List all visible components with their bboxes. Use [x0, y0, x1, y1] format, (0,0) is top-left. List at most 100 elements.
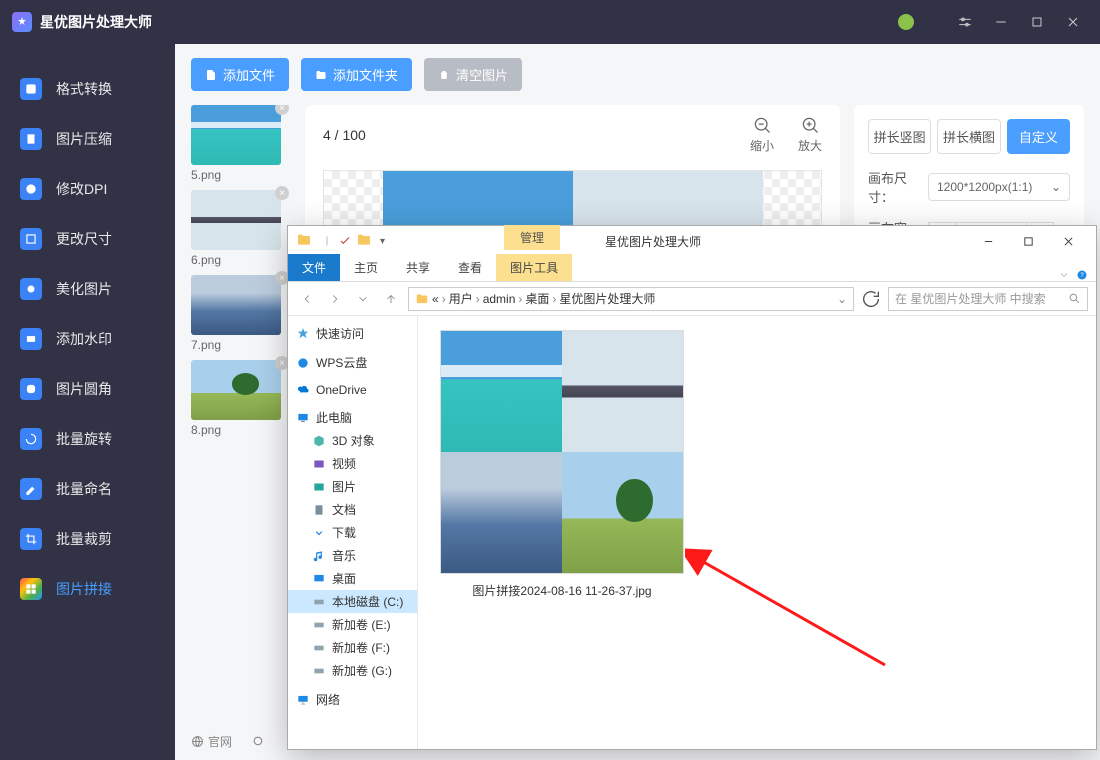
menu-home[interactable]: 主页: [340, 254, 392, 281]
explorer-titlebar[interactable]: ▾ 管理 星优图片处理大师: [288, 226, 1096, 256]
user-avatar[interactable]: [898, 14, 914, 30]
tree-docs[interactable]: 文档: [288, 498, 417, 521]
nav-up[interactable]: [380, 288, 402, 310]
tree-drive-f[interactable]: 新加卷 (F:): [288, 636, 417, 659]
thumbnail-item[interactable]: ×7.png: [191, 275, 291, 352]
toolbar: 添加文件 添加文件夹 清空图片: [175, 44, 1100, 105]
sidebar-item-stitch[interactable]: 图片拼接: [0, 564, 175, 614]
sidebar-label: 图片压缩: [56, 129, 112, 149]
sidebar-item-dpi[interactable]: 修改DPI: [0, 164, 175, 214]
nav-forward[interactable]: [324, 288, 346, 310]
tree-network[interactable]: 网络: [288, 688, 417, 711]
qat-overflow-icon[interactable]: ▾: [380, 236, 385, 247]
menu-view[interactable]: 查看: [444, 254, 496, 281]
sidebar-item-rename[interactable]: 批量命名: [0, 464, 175, 514]
tree-quickaccess[interactable]: 快速访问: [288, 322, 417, 345]
sidebar: 格式转换 图片压缩 修改DPI 更改尺寸 美化图片 添加水印 图片圆角 批量旋转…: [0, 44, 175, 760]
tab-custom[interactable]: 自定义: [1007, 119, 1070, 154]
qat-check-icon[interactable]: [338, 234, 352, 248]
minimize-button[interactable]: [986, 7, 1016, 37]
tree-drive-c[interactable]: 本地磁盘 (C:): [288, 590, 417, 613]
remove-thumb-icon[interactable]: ×: [275, 105, 289, 115]
tree-drive-g[interactable]: 新加卷 (G:): [288, 659, 417, 682]
zoom-out-button[interactable]: 缩小: [750, 115, 774, 154]
tree-3d[interactable]: 3D 对象: [288, 429, 417, 452]
tree-thispc[interactable]: 此电脑: [288, 406, 417, 429]
tab-horizontal[interactable]: 拼长横图: [937, 119, 1000, 154]
tree-wps[interactable]: WPS云盘: [288, 351, 417, 374]
sidebar-item-resize[interactable]: 更改尺寸: [0, 214, 175, 264]
explorer-title: 星优图片处理大师: [605, 233, 701, 250]
sidebar-item-beautify[interactable]: 美化图片: [0, 264, 175, 314]
sidebar-label: 美化图片: [56, 279, 112, 299]
file-thumbnail: [440, 330, 684, 574]
sidebar-item-watermark[interactable]: 添加水印: [0, 314, 175, 364]
thumbnail-item[interactable]: ×6.png: [191, 190, 291, 267]
sidebar-label: 批量命名: [56, 479, 112, 499]
tree-desktop[interactable]: 桌面: [288, 567, 417, 590]
explorer-maximize[interactable]: [1008, 227, 1048, 255]
maximize-button[interactable]: [1022, 7, 1052, 37]
tree-drive-e[interactable]: 新加卷 (E:): [288, 613, 417, 636]
explorer-minimize[interactable]: [968, 227, 1008, 255]
explorer-files[interactable]: 图片拼接2024-08-16 11-26-37.jpg: [418, 316, 1096, 749]
search-input[interactable]: 在 星优图片处理大师 中搜索: [888, 287, 1088, 311]
sidebar-item-format[interactable]: 格式转换: [0, 64, 175, 114]
footer-icon[interactable]: [252, 733, 265, 750]
nav-back[interactable]: [296, 288, 318, 310]
chevron-down-icon: ⌄: [1051, 180, 1061, 194]
search-icon: [1068, 292, 1081, 305]
menu-share[interactable]: 共享: [392, 254, 444, 281]
sidebar-item-rotate[interactable]: 批量旋转: [0, 414, 175, 464]
titlebar: 星优图片处理大师: [0, 0, 1100, 44]
tree-music[interactable]: 音乐: [288, 544, 417, 567]
nav-history[interactable]: [352, 288, 374, 310]
sidebar-label: 格式转换: [56, 79, 112, 99]
tab-vertical[interactable]: 拼长竖图: [868, 119, 931, 154]
canvas-size-select[interactable]: 1200*1200px(1:1)⌄: [928, 173, 1070, 201]
explorer-window: ▾ 管理 星优图片处理大师 文件 主页 共享 查看 图片工具 ? «› 用户› …: [287, 225, 1097, 750]
file-item[interactable]: 图片拼接2024-08-16 11-26-37.jpg: [432, 330, 692, 599]
clear-button[interactable]: 清空图片: [424, 58, 522, 91]
menu-picture-tools[interactable]: 图片工具: [496, 254, 572, 281]
sidebar-label: 图片拼接: [56, 579, 112, 599]
close-button[interactable]: [1058, 7, 1088, 37]
app-logo: [12, 12, 32, 32]
sidebar-label: 批量旋转: [56, 429, 112, 449]
folder-icon: [296, 232, 314, 250]
thumbnail-item[interactable]: ×5.png: [191, 105, 291, 182]
sidebar-label: 批量裁剪: [56, 529, 112, 549]
image-count: 4 / 100: [323, 127, 366, 143]
refresh-button[interactable]: [860, 288, 882, 310]
sidebar-label: 添加水印: [56, 329, 112, 349]
help-icon[interactable]: ?: [1076, 269, 1088, 281]
app-title: 星优图片处理大师: [40, 12, 152, 32]
sidebar-item-radius[interactable]: 图片圆角: [0, 364, 175, 414]
address-input[interactable]: «› 用户› admin› 桌面› 星优图片处理大师 ⌄: [408, 287, 854, 311]
settings-icon[interactable]: [950, 7, 980, 37]
chevron-down-icon[interactable]: [1058, 269, 1070, 281]
official-site-link[interactable]: 官网: [191, 733, 232, 750]
sidebar-label: 修改DPI: [56, 179, 107, 199]
thumbnail-item[interactable]: ×8.png: [191, 360, 291, 437]
add-file-button[interactable]: 添加文件: [191, 58, 289, 91]
menu-file[interactable]: 文件: [288, 254, 340, 281]
tree-downloads[interactable]: 下载: [288, 521, 417, 544]
tree-videos[interactable]: 视频: [288, 452, 417, 475]
tree-onedrive[interactable]: OneDrive: [288, 380, 417, 400]
explorer-menubar: 文件 主页 共享 查看 图片工具 ?: [288, 256, 1096, 282]
zoom-in-button[interactable]: 放大: [798, 115, 822, 154]
remove-thumb-icon[interactable]: ×: [275, 186, 289, 200]
explorer-close[interactable]: [1048, 227, 1088, 255]
sidebar-item-crop[interactable]: 批量裁剪: [0, 514, 175, 564]
add-folder-button[interactable]: 添加文件夹: [301, 58, 412, 91]
sidebar-label: 图片圆角: [56, 379, 112, 399]
chevron-down-icon[interactable]: ⌄: [837, 292, 847, 306]
folder-icon: [415, 292, 429, 306]
qat-divider-icon: [320, 234, 334, 248]
sidebar-item-compress[interactable]: 图片压缩: [0, 114, 175, 164]
tree-images[interactable]: 图片: [288, 475, 417, 498]
thumbnail-list: ×5.png ×6.png ×7.png ×8.png: [191, 105, 291, 707]
ribbon-context-tab: 管理: [504, 225, 560, 250]
explorer-tree: 快速访问 WPS云盘 OneDrive 此电脑 3D 对象 视频 图片 文档 下…: [288, 316, 418, 749]
